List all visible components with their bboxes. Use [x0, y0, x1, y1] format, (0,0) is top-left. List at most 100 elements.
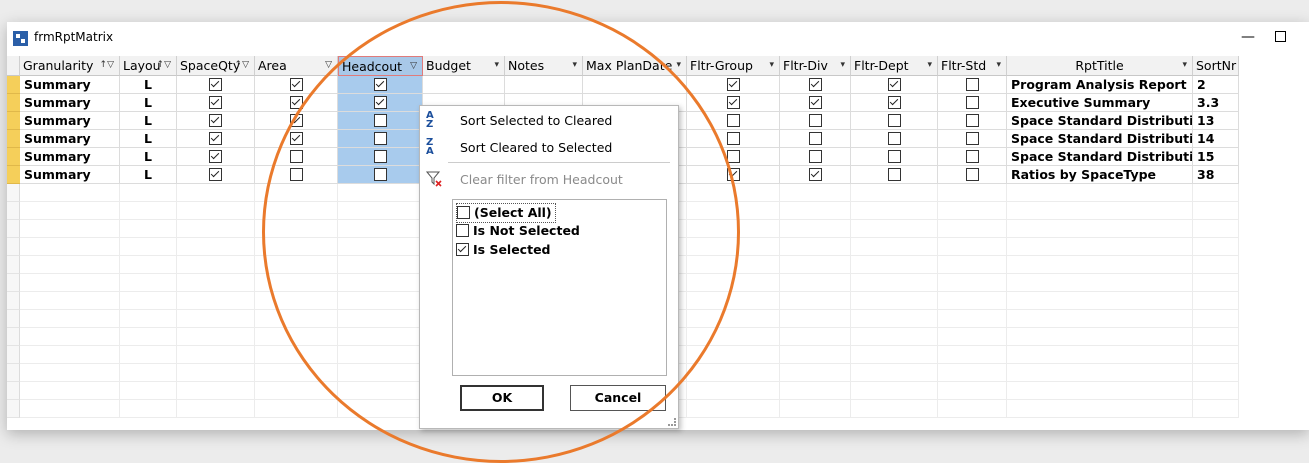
cell-fltrdiv[interactable]	[780, 148, 851, 166]
empty-cell[interactable]	[780, 238, 851, 256]
empty-cell[interactable]	[20, 400, 120, 418]
empty-cell[interactable]	[20, 346, 120, 364]
empty-cell[interactable]	[120, 328, 177, 346]
checkbox[interactable]	[887, 132, 901, 145]
cell-fltrdiv[interactable]	[780, 94, 851, 112]
empty-cell[interactable]	[851, 364, 938, 382]
empty-cell[interactable]	[938, 274, 1007, 292]
cell-area[interactable]	[255, 166, 338, 184]
empty-cell[interactable]	[1007, 202, 1193, 220]
cell-fltrstd[interactable]	[938, 130, 1007, 148]
cell-granularity[interactable]: Summary	[20, 148, 120, 166]
empty-cell[interactable]	[338, 364, 423, 382]
cell-rpttitle[interactable]: Executive Summary	[1007, 94, 1193, 112]
empty-cell[interactable]	[1193, 274, 1239, 292]
cell-fltrstd[interactable]	[938, 148, 1007, 166]
empty-cell[interactable]	[938, 202, 1007, 220]
empty-cell[interactable]	[338, 292, 423, 310]
checkbox[interactable]	[887, 78, 901, 91]
empty-cell[interactable]	[338, 328, 423, 346]
dropdown-arrow-icon[interactable]: ▾	[572, 56, 577, 75]
empty-cell[interactable]	[255, 256, 338, 274]
filter-checkbox[interactable]	[457, 206, 470, 219]
empty-cell[interactable]	[1007, 220, 1193, 238]
empty-cell[interactable]	[255, 220, 338, 238]
empty-cell[interactable]	[120, 184, 177, 202]
checkbox[interactable]	[887, 168, 901, 181]
cell-spaceqty[interactable]	[177, 166, 255, 184]
empty-cell[interactable]	[177, 184, 255, 202]
empty-cell[interactable]	[255, 310, 338, 328]
cell-fltrgroup[interactable]	[687, 166, 780, 184]
empty-cell[interactable]	[20, 292, 120, 310]
cell-fltrstd[interactable]	[938, 112, 1007, 130]
cell-fltrdept[interactable]	[851, 130, 938, 148]
checkbox[interactable]	[289, 114, 303, 127]
checkbox[interactable]	[965, 168, 979, 181]
empty-cell[interactable]	[20, 310, 120, 328]
row-selector[interactable]	[7, 292, 20, 310]
empty-cell[interactable]	[120, 382, 177, 400]
empty-cell[interactable]	[1193, 382, 1239, 400]
checkbox[interactable]	[209, 150, 222, 163]
cell-fltrdept[interactable]	[851, 148, 938, 166]
empty-cell[interactable]	[780, 310, 851, 328]
empty-cell[interactable]	[851, 310, 938, 328]
empty-cell[interactable]	[255, 364, 338, 382]
empty-cell[interactable]	[338, 184, 423, 202]
checkbox[interactable]	[887, 96, 901, 109]
dropdown-arrow-icon[interactable]: ▾	[996, 56, 1001, 75]
checkbox[interactable]	[887, 114, 901, 127]
empty-cell[interactable]	[255, 238, 338, 256]
empty-cell[interactable]	[177, 238, 255, 256]
empty-cell[interactable]	[20, 364, 120, 382]
empty-cell[interactable]	[255, 202, 338, 220]
column-header-fltrstd[interactable]: Fltr-Std ▾	[938, 56, 1007, 76]
cell-headcout[interactable]	[338, 166, 423, 184]
empty-cell[interactable]	[938, 328, 1007, 346]
checkbox[interactable]	[373, 96, 387, 109]
cell-granularity[interactable]: Summary	[20, 130, 120, 148]
column-header-fltrdiv[interactable]: Fltr-Div ▾	[780, 56, 851, 76]
cell-granularity[interactable]: Summary	[20, 112, 120, 130]
cell-layout[interactable]: L	[120, 112, 177, 130]
checkbox[interactable]	[373, 78, 387, 91]
cell-fltrstd[interactable]	[938, 76, 1007, 94]
cell-fltrgroup[interactable]	[687, 76, 780, 94]
empty-cell[interactable]	[120, 364, 177, 382]
empty-cell[interactable]	[938, 256, 1007, 274]
empty-cell[interactable]	[338, 202, 423, 220]
column-header-sortnr[interactable]: SortNr	[1193, 56, 1239, 76]
empty-cell[interactable]	[120, 202, 177, 220]
empty-cell[interactable]	[1007, 382, 1193, 400]
empty-cell[interactable]	[780, 292, 851, 310]
empty-cell[interactable]	[255, 184, 338, 202]
cell-fltrdept[interactable]	[851, 76, 938, 94]
cell-headcout[interactable]	[338, 94, 423, 112]
cell-fltrdiv[interactable]	[780, 130, 851, 148]
column-header-budget[interactable]: Budget ▾	[423, 56, 505, 76]
empty-cell[interactable]	[1193, 310, 1239, 328]
empty-cell[interactable]	[20, 202, 120, 220]
cell-fltrdept[interactable]	[851, 112, 938, 130]
checkbox[interactable]	[965, 78, 979, 91]
cell-granularity[interactable]: Summary	[20, 166, 120, 184]
cell-layout[interactable]: L	[120, 166, 177, 184]
empty-cell[interactable]	[120, 346, 177, 364]
empty-cell[interactable]	[120, 274, 177, 292]
cell-spaceqty[interactable]	[177, 76, 255, 94]
cell-fltrdiv[interactable]	[780, 166, 851, 184]
filter-checkbox[interactable]	[456, 243, 469, 256]
cell-fltrgroup[interactable]	[687, 148, 780, 166]
ok-button[interactable]: OK	[460, 385, 544, 411]
clear-filter-item[interactable]: Clear filter from Headcout	[425, 167, 671, 193]
checkbox[interactable]	[209, 96, 222, 109]
empty-cell[interactable]	[20, 274, 120, 292]
row-selector[interactable]	[7, 310, 20, 328]
empty-cell[interactable]	[1007, 328, 1193, 346]
checkbox[interactable]	[373, 168, 387, 181]
column-header-granularity[interactable]: Granularity ↑▽	[20, 56, 120, 76]
checkbox[interactable]	[373, 132, 387, 145]
cell-granularity[interactable]: Summary	[20, 76, 120, 94]
cell-layout[interactable]: L	[120, 76, 177, 94]
